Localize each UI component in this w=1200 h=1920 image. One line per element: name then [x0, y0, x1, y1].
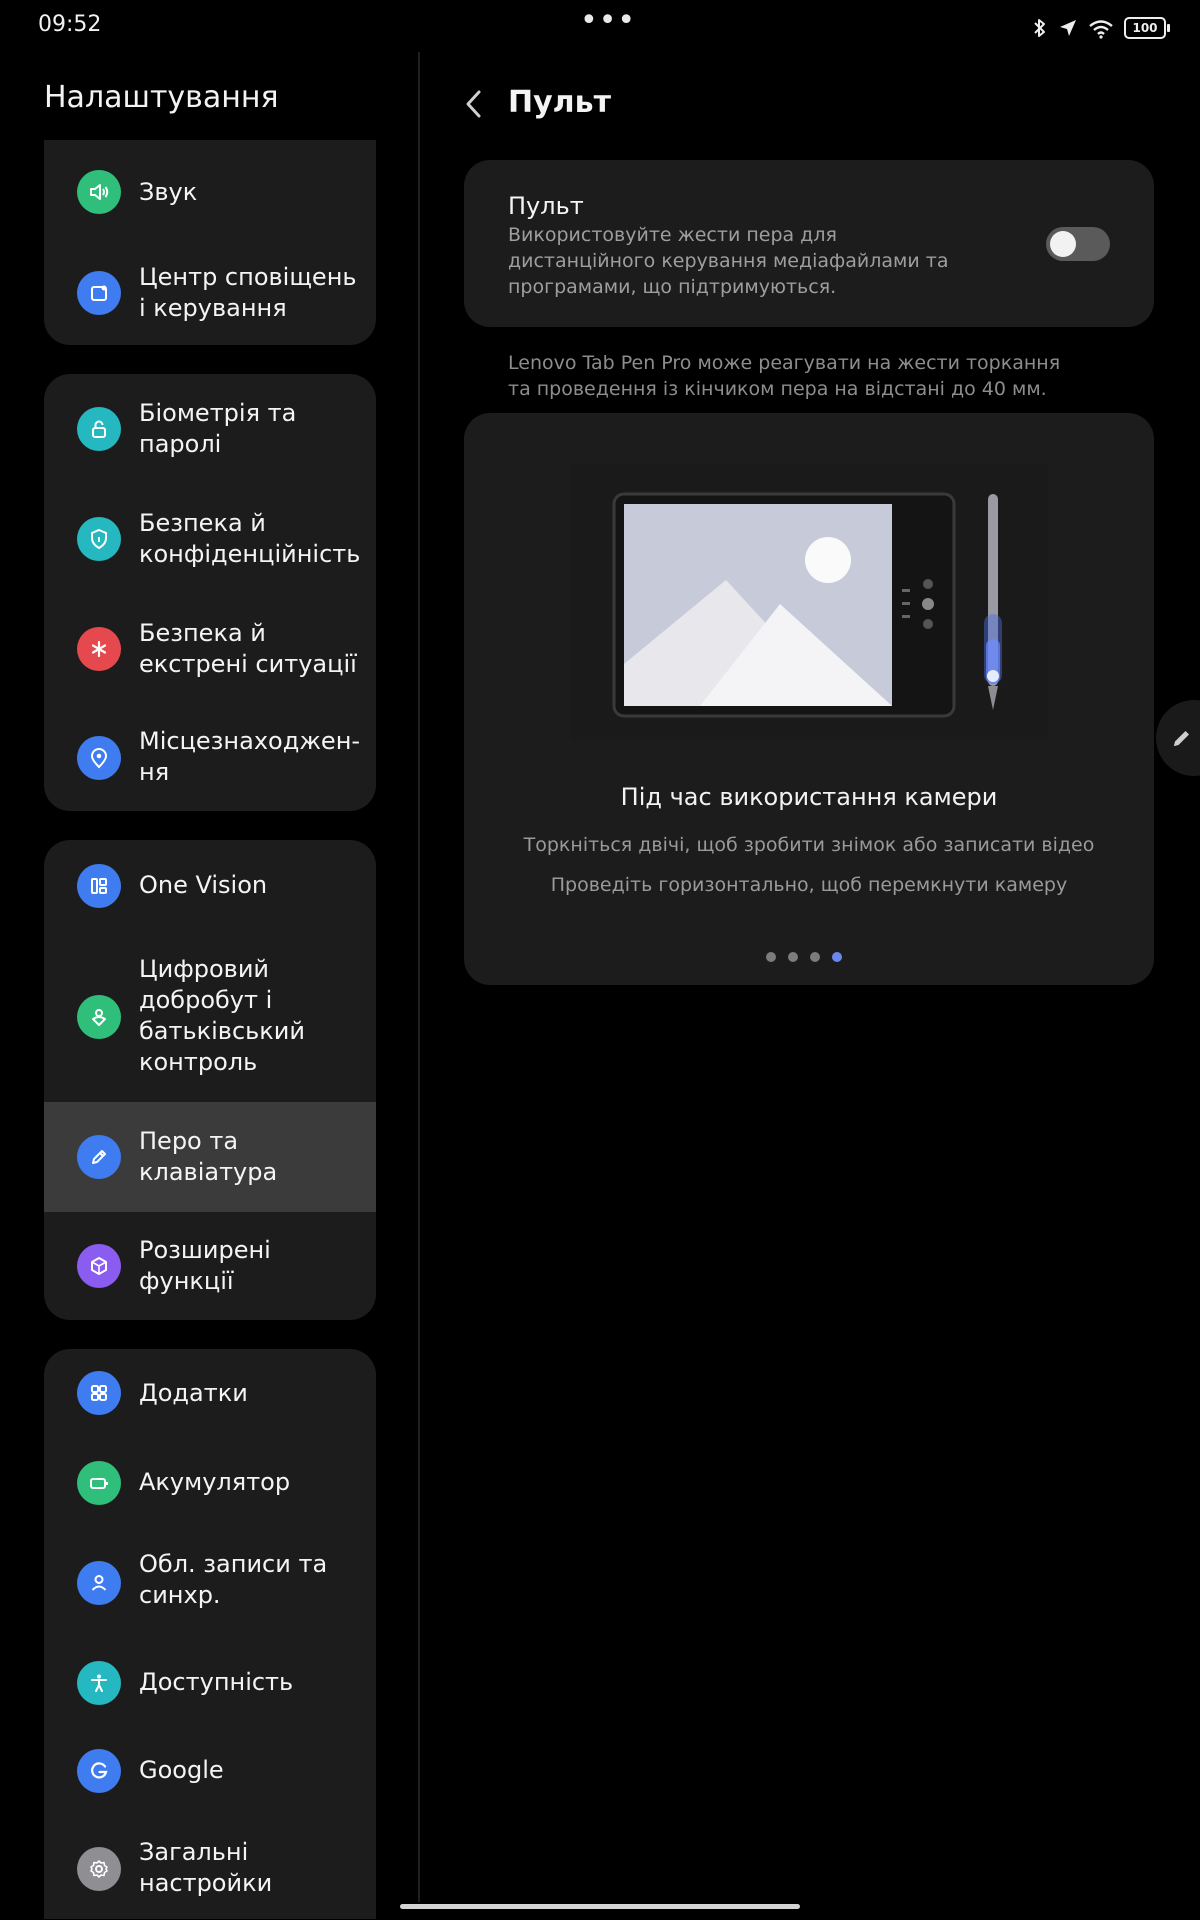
notification-center-icon	[77, 271, 121, 315]
pen-info-text: Lenovo Tab Pen Pro може реагувати на жес…	[508, 352, 1061, 400]
status-time: 09:52	[38, 12, 102, 37]
sidebar-item-label: Google	[139, 1756, 224, 1784]
sidebar-item-label: Доступність	[139, 1668, 294, 1696]
sidebar-item-accessibility[interactable]: Доступність	[44, 1639, 376, 1727]
account-icon	[77, 1561, 121, 1605]
sidebar-item-label: Безпека й екстрені ситуації	[139, 619, 357, 678]
sidebar-item-security-privacy[interactable]: Безпека й конфіденційність	[44, 484, 376, 594]
settings-group-1: Звук Центр сповіщень і керування	[44, 140, 376, 345]
sidebar-item-label: Біометрія та паролі	[139, 399, 297, 458]
battery-icon: 100	[1124, 17, 1170, 39]
settings-group-4: Додатки Акумулятор Обл. записи та синхр.…	[44, 1349, 376, 1919]
wifi-icon	[1089, 20, 1113, 39]
remote-toggle-switch[interactable]	[1046, 227, 1110, 261]
settings-group-2: Біометрія та паролі Безпека й конфіденці…	[44, 374, 376, 811]
lock-icon	[77, 407, 121, 451]
sidebar-item-label: Обл. записи та синхр.	[139, 1550, 328, 1609]
chevron-left-icon	[466, 90, 481, 118]
sidebar-item-emergency[interactable]: Безпека й екстрені ситуації	[44, 594, 376, 704]
sidebar-item-google[interactable]: Google	[44, 1727, 376, 1815]
page-indicator-dot[interactable]	[766, 952, 776, 962]
advanced-features-icon	[77, 1244, 121, 1288]
home-indicator[interactable]	[400, 1904, 800, 1909]
page-indicator-dot-active[interactable]	[832, 952, 842, 962]
sound-icon	[77, 170, 121, 214]
illustration-line-1: Торкніться двічі, щоб зробити знімок або…	[523, 834, 1095, 856]
sidebar-item-label: Безпека й конфіденційність	[139, 509, 361, 568]
one-vision-icon	[77, 864, 121, 908]
remote-toggle-description: Використовуйте жести пера для дистанційн…	[508, 224, 949, 298]
sidebar-item-pen-keyboard[interactable]: Перо та клавіатура	[44, 1102, 376, 1212]
tablet-pen-illustration	[570, 464, 1048, 740]
sidebar-item-label: Розширені функції	[139, 1236, 271, 1295]
illustration-title: Під час використання камери	[620, 783, 998, 811]
apps-icon	[77, 1371, 121, 1415]
sidebar-item-wellbeing[interactable]: Цифровий добробут і батьківський контрол…	[44, 932, 376, 1102]
sidebar-item-general[interactable]: Загальні настройки	[44, 1815, 376, 1919]
emergency-icon	[77, 627, 121, 671]
sidebar-item-label: Звук	[139, 178, 198, 206]
settings-group-3: One Vision Цифровий добробут і батьківсь…	[44, 840, 376, 1320]
sidebar-item-biometrics[interactable]: Біометрія та паролі	[44, 374, 376, 484]
back-button[interactable]	[456, 82, 492, 126]
gear-icon	[77, 1847, 121, 1891]
page-indicator-dot[interactable]	[788, 952, 798, 962]
page-title: Пульт	[508, 85, 611, 120]
wellbeing-icon	[77, 995, 121, 1039]
settings-title: Налаштування	[44, 80, 279, 115]
more-dots-icon[interactable]: •••	[580, 6, 636, 36]
location-pin-icon	[77, 736, 121, 780]
sidebar-item-label: Центр сповіщень і керування	[139, 263, 357, 322]
location-icon	[1060, 20, 1076, 36]
sidebar-item-label: Місцезнаходжен- ня	[139, 727, 361, 786]
sidebar-item-label: Загальні настройки	[139, 1838, 273, 1897]
accessibility-icon	[77, 1661, 121, 1705]
illustration-line-2: Проведіть горизонтально, щоб перемкнути …	[550, 874, 1068, 896]
page-indicator-dot[interactable]	[810, 952, 820, 962]
shield-icon	[77, 517, 121, 561]
remote-toggle-title: Пульт	[508, 192, 584, 220]
bluetooth-icon	[1034, 19, 1045, 37]
google-icon	[77, 1749, 121, 1793]
sidebar-item-label: Перо та клавіатура	[139, 1127, 278, 1186]
sidebar-item-accounts[interactable]: Обл. записи та синхр.	[44, 1527, 376, 1639]
switch-knob	[1050, 231, 1076, 257]
pen-icon	[77, 1135, 121, 1179]
sidebar-item-label: Цифровий добробут і батьківський контрол…	[139, 955, 305, 1076]
battery-setting-icon	[77, 1461, 121, 1505]
sidebar-item-advanced[interactable]: Розширені функції	[44, 1212, 376, 1320]
sidebar-item-battery[interactable]: Акумулятор	[44, 1439, 376, 1527]
sidebar-item-apps[interactable]: Додатки	[44, 1349, 376, 1439]
sidebar-item-label: Акумулятор	[139, 1468, 291, 1496]
floating-pen-button[interactable]	[1156, 700, 1200, 776]
sidebar-item-sound[interactable]: Звук	[44, 140, 376, 245]
sidebar-item-label: Додатки	[139, 1379, 248, 1407]
sidebar-item-notifications[interactable]: Центр сповіщень і керування	[44, 245, 376, 345]
pane-divider	[418, 52, 420, 1902]
pen-shortcut-icon	[1173, 731, 1189, 747]
sidebar-item-label: One Vision	[139, 871, 268, 899]
sidebar-item-one-vision[interactable]: One Vision	[44, 840, 376, 932]
sidebar-item-location[interactable]: Місцезнаходжен- ня	[44, 704, 376, 811]
status-icons: 100	[1032, 14, 1170, 42]
